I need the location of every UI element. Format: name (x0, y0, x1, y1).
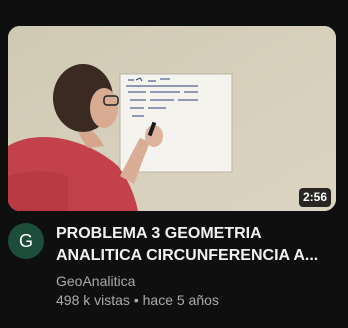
video-thumbnail[interactable]: 2:56 (8, 26, 336, 211)
video-stats: 498 k vistas • hace 5 años (56, 291, 219, 309)
video-title-line-1: PROBLEMA 3 GEOMETRIA (56, 225, 262, 242)
channel-name[interactable]: GeoAnalitica (56, 272, 135, 290)
video-title-line-2: ANALITICA CIRCUNFERENCIA A... (56, 247, 318, 264)
upload-age: hace 5 años (142, 292, 219, 308)
video-details: G PROBLEMA 3 GEOMETRIA ANALITICA CIRCUNF… (8, 223, 340, 319)
meta-separator: • (133, 292, 139, 308)
thumbnail-image (8, 26, 336, 211)
view-count: 498 k vistas (56, 292, 130, 308)
video-title[interactable]: PROBLEMA 3 GEOMETRIA ANALITICA CIRCUNFER… (56, 223, 318, 267)
video-card[interactable]: 2:56 G PROBLEMA 3 GEOMETRIA ANALITICA CI… (0, 0, 348, 328)
duration-badge: 2:56 (298, 188, 331, 207)
channel-avatar[interactable]: G (8, 223, 44, 259)
